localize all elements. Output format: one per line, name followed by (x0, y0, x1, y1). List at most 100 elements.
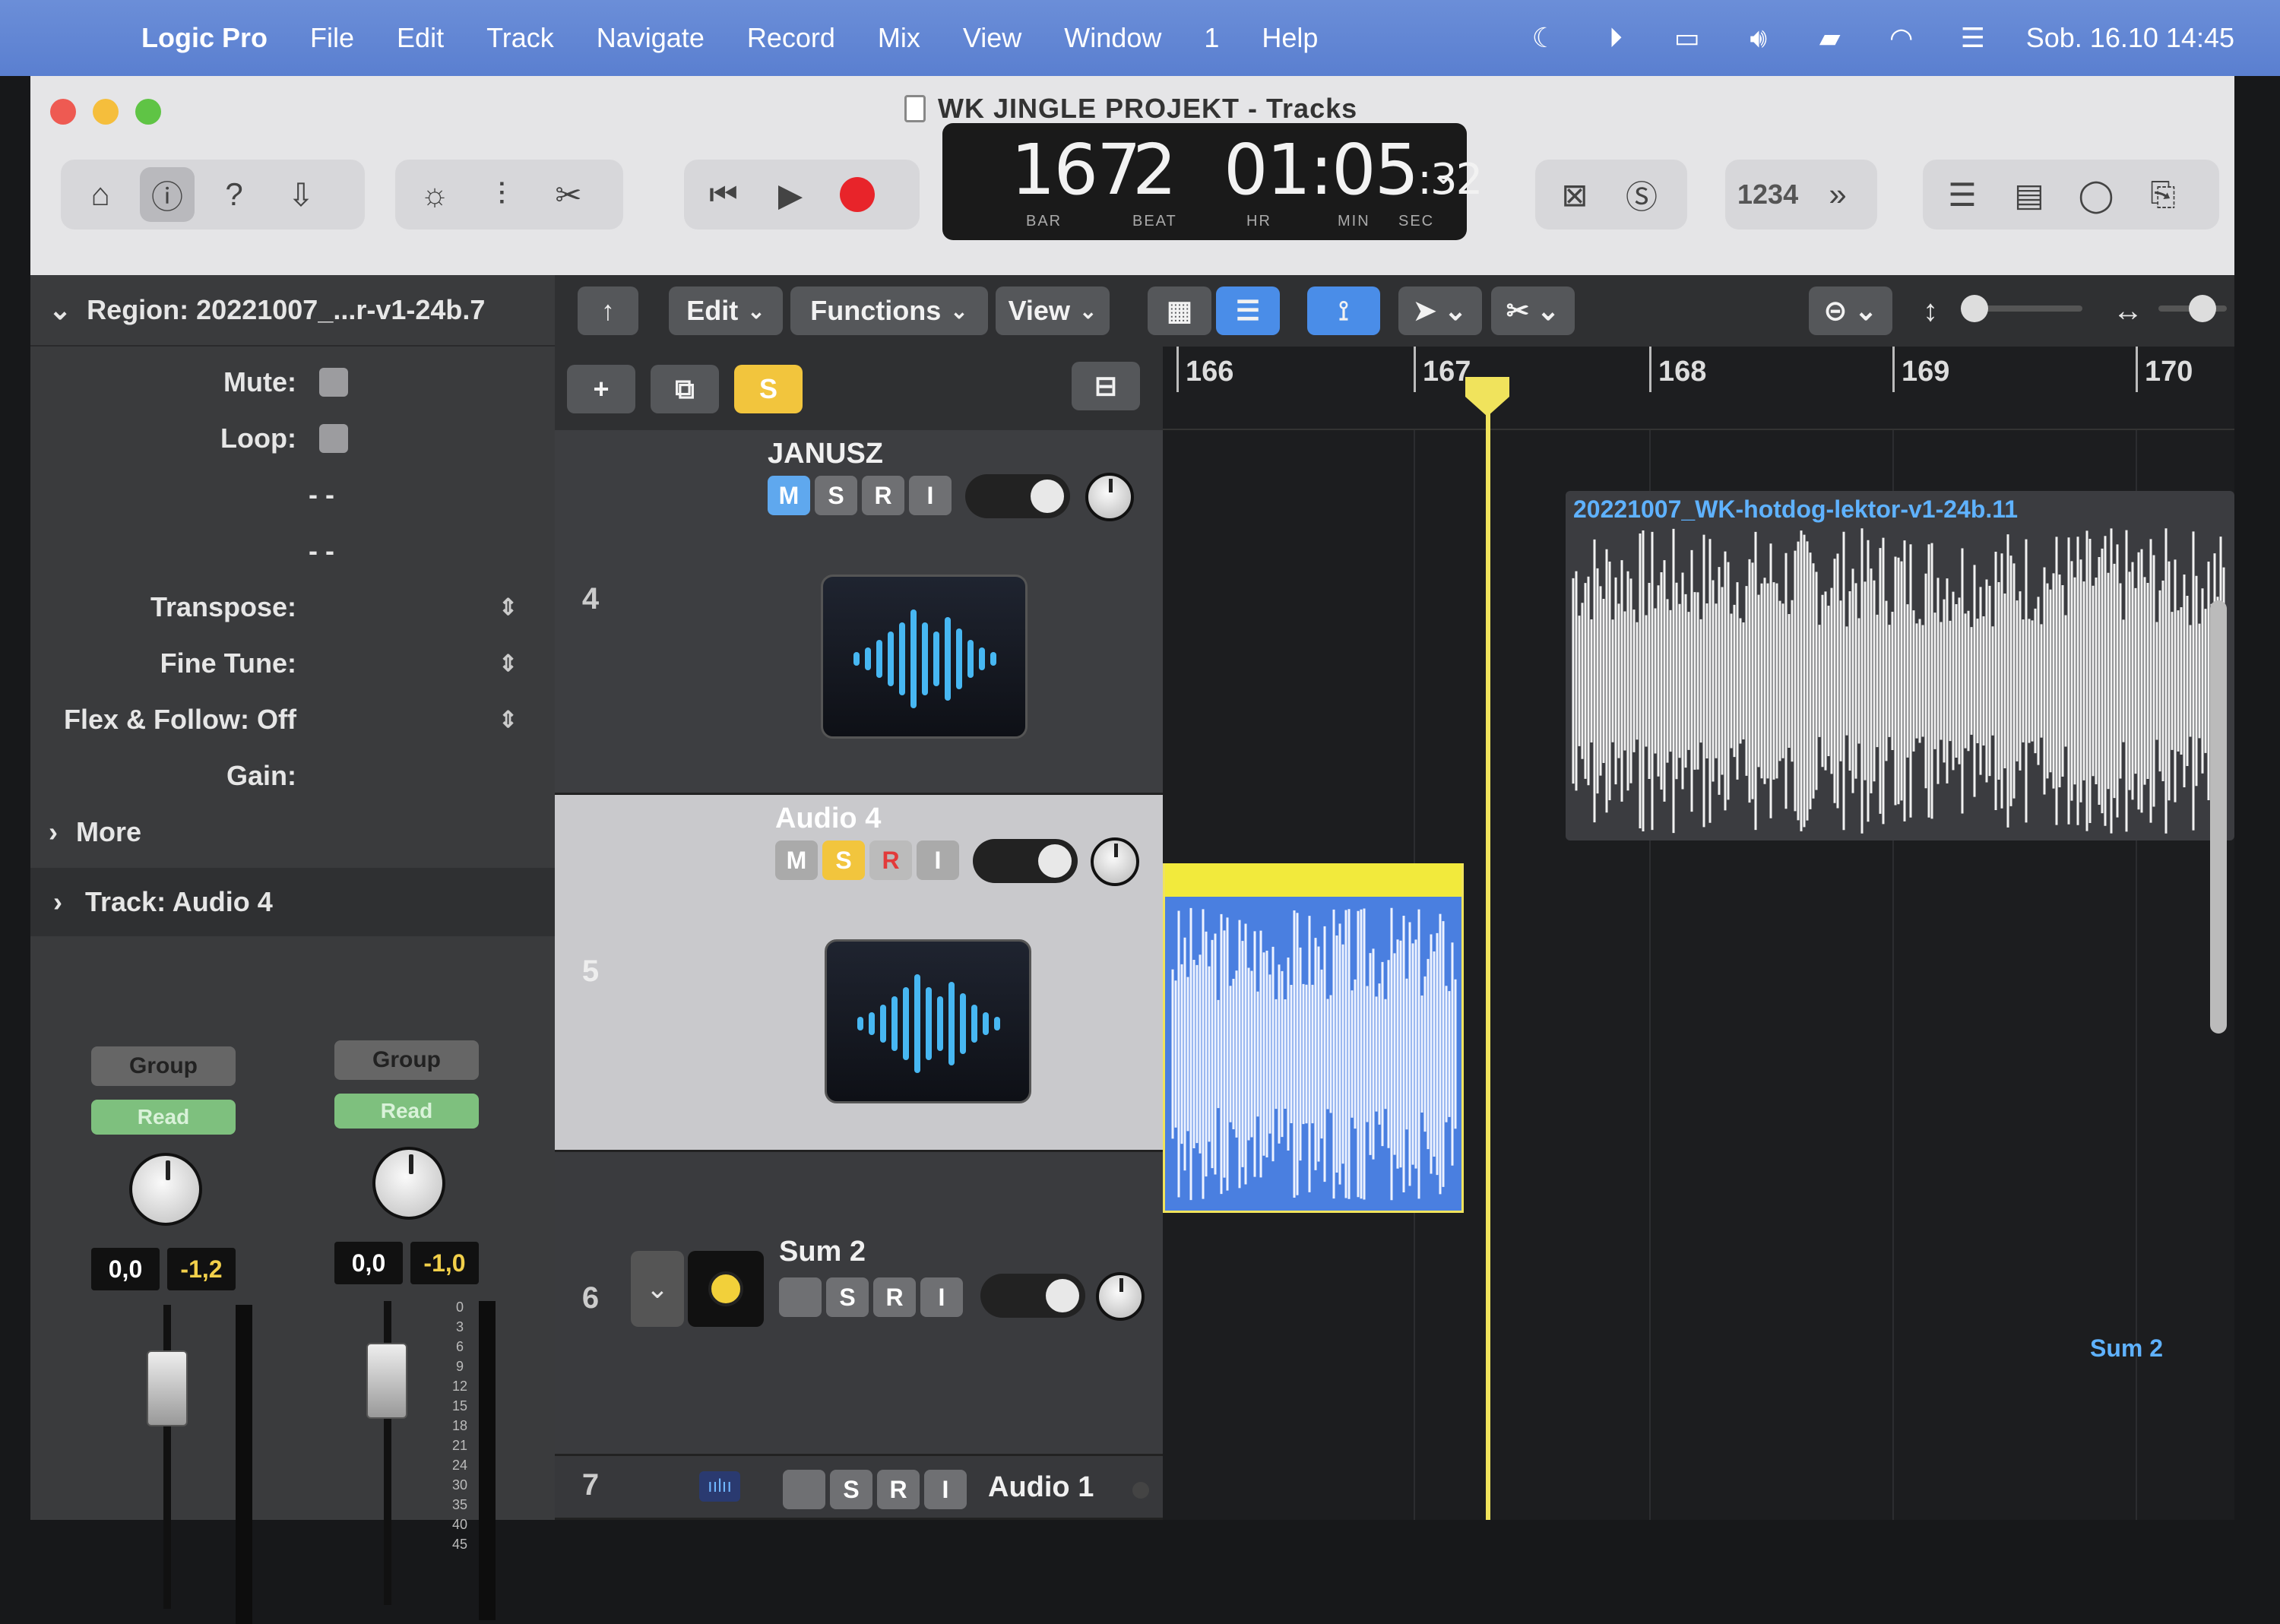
loop-browser-icon[interactable]: ◯ (2069, 167, 2123, 222)
track-name[interactable]: JANUSZ (768, 438, 883, 470)
finetune-stepper-icon[interactable]: ⇕ (499, 651, 518, 677)
replace-mode-icon[interactable]: ⊠ (1547, 167, 1602, 222)
add-track-button[interactable]: + (567, 365, 635, 413)
toolbar-toggle-icon[interactable]: ⇩ (274, 167, 328, 222)
quantize-value[interactable]: - - (309, 479, 334, 511)
volume-value[interactable]: 0,0 (334, 1242, 403, 1284)
pan-knob[interactable] (129, 1153, 202, 1226)
mute-button[interactable] (783, 1470, 825, 1509)
input-monitor-button[interactable]: I (917, 840, 959, 880)
list-view-icon[interactable]: ☰ (1216, 286, 1280, 335)
track-on-toggle[interactable] (973, 839, 1078, 883)
mute-button[interactable]: M (775, 840, 818, 880)
moon-icon[interactable]: ☾ (1526, 22, 1563, 53)
screen-mirror-icon[interactable]: ▭ (1669, 22, 1705, 53)
menubar-clock[interactable]: Sob. 16.10 14:45 (2026, 22, 2234, 54)
menu-view[interactable]: View (963, 22, 1021, 54)
track-header-audio4[interactable]: 5 Audio 4 M S R I (555, 795, 1163, 1152)
loop-checkbox[interactable] (319, 424, 348, 453)
volume-icon[interactable]: 🔊︎ (1740, 22, 1777, 53)
snap-icon[interactable]: ⟟ (1307, 286, 1380, 335)
duplicate-track-button[interactable]: ⧉ (651, 365, 719, 413)
apple-icon[interactable] (68, 18, 102, 58)
menu-navigate[interactable]: Navigate (597, 22, 705, 54)
input-monitor-button[interactable]: I (909, 476, 952, 515)
quick-help-icon[interactable]: ? (207, 167, 261, 222)
wifi-icon[interactable]: ◠ (1883, 22, 1920, 53)
playhead[interactable] (1486, 380, 1490, 1520)
waveform-zoom-icon[interactable]: ⊝ ⌄ (1809, 286, 1892, 335)
track-inspector-header[interactable]: › Track: Audio 4 (30, 868, 555, 936)
vertical-zoom-icon[interactable]: ↕ (1923, 294, 1938, 328)
play-icon[interactable]: ▶ (763, 167, 818, 222)
track-header-janusz[interactable]: 4 JANUSZ M S R I (555, 430, 1163, 795)
scissors-tool-icon[interactable]: ✂ ⌄ (1491, 286, 1575, 335)
more-row[interactable]: › More (30, 804, 555, 860)
menu-window[interactable]: Window (1064, 22, 1161, 54)
inspector-icon[interactable]: ⓘ (140, 167, 195, 222)
minimize-window-button[interactable] (93, 99, 119, 125)
group-button[interactable]: Group (334, 1040, 479, 1080)
zoom-window-button[interactable] (135, 99, 161, 125)
arrange-area[interactable]: 20221007_WK-hotdog-lektor-v1-24b.11 Sum … (1163, 430, 2234, 1520)
region-inspector-header[interactable]: ⌄ Region: 20221007_...r-v1-24b.7 (30, 275, 555, 347)
menu-record[interactable]: Record (747, 22, 835, 54)
volume-value[interactable]: 0,0 (91, 1248, 160, 1290)
qswing-value[interactable]: - - (309, 535, 334, 567)
vertical-scrollbar[interactable] (2210, 600, 2227, 1034)
track-on-toggle[interactable] (965, 474, 1070, 518)
track-volume-knob[interactable] (1091, 837, 1139, 886)
lcd-display[interactable]: 167 2 01:05:32 BAR BEAT HR MIN SEC ⌄ (942, 123, 1483, 240)
mixer-icon[interactable]: ⫶ (474, 167, 529, 222)
track-on-toggle[interactable] (980, 1274, 1085, 1318)
browser-icon[interactable]: ⎘ (2136, 167, 2190, 222)
flex-follow-label[interactable]: Flex & Follow: Off (64, 704, 296, 736)
input-monitor-button[interactable]: I (920, 1277, 963, 1317)
region-audio4[interactable] (1163, 863, 1464, 1213)
track-volume-knob[interactable] (1096, 1272, 1145, 1321)
horizontal-zoom-slider[interactable] (2158, 295, 2227, 322)
editors-scissors-icon[interactable]: ✂ (541, 167, 596, 222)
region-sum2[interactable]: Sum 2 (2090, 1334, 2163, 1363)
horizontal-zoom-icon[interactable]: ↔ (2113, 294, 2143, 328)
track-name[interactable]: Sum 2 (779, 1236, 866, 1268)
volume-fader[interactable] (366, 1343, 407, 1419)
functions-menu[interactable]: Functions ⌄ (790, 286, 988, 335)
record-enable-button[interactable]: R (877, 1470, 920, 1509)
solo-button[interactable]: S (815, 476, 857, 515)
track-header-sum2[interactable]: 6 ⌄ Sum 2 S R I (555, 1152, 1163, 1456)
chevron-down-icon[interactable]: ⌄ (1430, 157, 1456, 192)
disclosure-chevron-icon[interactable]: ⌄ (631, 1251, 684, 1327)
pan-knob[interactable] (372, 1147, 445, 1220)
solo-button[interactable]: S (822, 840, 865, 880)
volume-fader[interactable] (147, 1350, 188, 1426)
grid-view-icon[interactable]: ▦ (1148, 286, 1211, 335)
view-menu[interactable]: View ⌄ (996, 286, 1110, 335)
solo-button[interactable]: S (830, 1470, 872, 1509)
transpose-stepper-icon[interactable]: ⇕ (499, 594, 518, 621)
list-editors-icon[interactable]: ☰ (1935, 167, 1990, 222)
vertical-zoom-slider[interactable] (1961, 295, 2082, 322)
menu-1[interactable]: 1 (1204, 22, 1219, 54)
solo-button[interactable]: S (826, 1277, 869, 1317)
menu-edit[interactable]: Edit (397, 22, 444, 54)
mute-button[interactable] (779, 1277, 822, 1317)
catch-playhead-button[interactable]: ↑ (578, 286, 638, 335)
record-icon[interactable] (830, 167, 885, 222)
note-pad-icon[interactable]: ▤ (2002, 167, 2057, 222)
automation-read-button[interactable]: Read (334, 1094, 479, 1129)
record-enable-button[interactable]: R (869, 840, 912, 880)
record-enable-button[interactable]: R (873, 1277, 916, 1317)
mute-checkbox[interactable] (319, 368, 348, 397)
smart-controls-icon[interactable]: ☼ (407, 167, 462, 222)
track-options-button[interactable]: ⊟ (1072, 362, 1140, 410)
track-volume-knob[interactable] (1085, 473, 1134, 521)
track-name[interactable]: Audio 4 (775, 803, 881, 835)
menu-help[interactable]: Help (1262, 22, 1318, 54)
menu-track[interactable]: Track (486, 22, 554, 54)
flex-stepper-icon[interactable]: ⇕ (499, 707, 518, 733)
group-button[interactable]: Group (91, 1046, 236, 1086)
go-to-beginning-icon[interactable]: ⏮ (696, 167, 751, 222)
menu-logic-pro[interactable]: Logic Pro (141, 22, 268, 54)
control-center-icon[interactable]: ☰ (1955, 22, 1991, 53)
